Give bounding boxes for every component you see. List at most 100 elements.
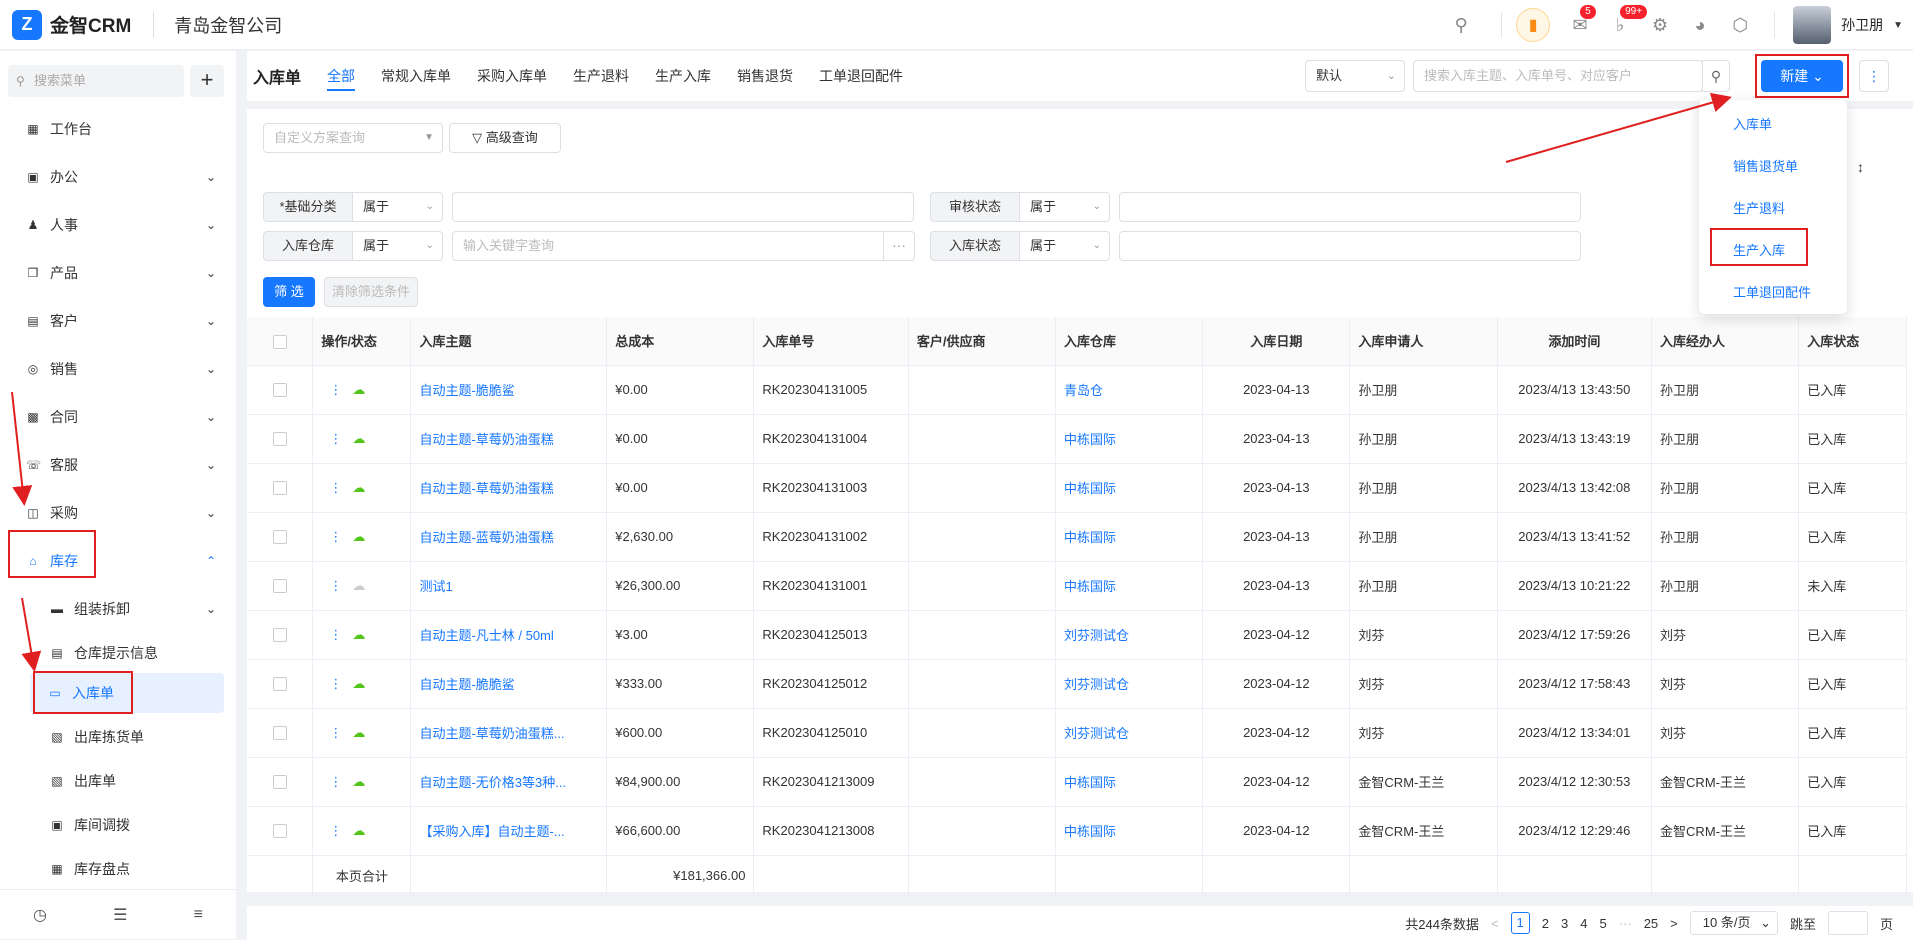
filter-op-inbound-status[interactable]: 属于 ⌄ [1020,231,1110,261]
table-row[interactable]: ⋮ ☁ 自动主题-草莓奶油蛋糕... ¥600.00 RK202304125010 刘芬测… [247,708,1907,758]
cube-icon[interactable]: ⬡ [1728,13,1752,37]
row-actions[interactable]: ⋮ ☁ [312,512,412,562]
page-size-select[interactable]: 10 条/页 ⌄ [1689,911,1778,935]
sidebar-item-hr[interactable]: ♟ 人事 ⌄ [0,205,236,245]
select-all-checkbox[interactable] [247,317,314,366]
sidebar-item-contract[interactable]: ▩ 合同 ⌄ [0,397,236,437]
page-number[interactable]: 4 [1580,916,1587,931]
filter-input-category[interactable] [452,192,914,222]
sidebar-subitem-assembly[interactable]: ▬ 组装拆卸 ⌄ [0,589,236,629]
bell-icon[interactable]: ♭ 99+ [1608,5,1648,37]
menu-search-input[interactable]: ⚲ 搜索菜单 [8,65,184,97]
page-number[interactable]: 25 [1644,916,1658,931]
sidebar-subitem-outbound[interactable]: ▧ 出库单 [0,761,236,801]
cell-subject[interactable]: 自动主题-草莓奶油蛋糕 [410,414,608,464]
mail-icon[interactable]: ✉ 5 [1568,5,1596,37]
search-icon[interactable]: ⚲ [1702,60,1730,92]
menu-item-workorder-parts-return[interactable]: 工单退回配件 [1699,272,1847,314]
row-actions[interactable]: ⋮ ☁ [312,610,412,660]
cell-subject[interactable]: 自动主题-无价格3等3种... [410,757,608,807]
column-header[interactable]: 总成本 [606,317,755,366]
pie-chart-icon[interactable]: ◕ [1688,13,1712,37]
jump-page-input[interactable] [1827,911,1868,935]
tab-all[interactable]: 全部 [327,51,356,101]
column-header[interactable]: 入库主题 [410,317,608,366]
table-row[interactable]: ⋮ ☁ 自动主题-凡士林 / 50ml ¥3.00 RK202304125013 刘芬测试… [247,610,1907,660]
cell-warehouse[interactable]: 刘芬测试仓 [1055,659,1204,709]
more-actions-icon[interactable]: ⋮ [329,774,342,789]
page-number[interactable]: 3 [1561,916,1568,931]
tab-regular-inbound[interactable]: 常规入库单 [381,51,451,101]
search-icon[interactable]: ⚲ [1449,13,1473,37]
cell-warehouse[interactable]: 中栋国际 [1055,806,1204,856]
column-header[interactable]: 入库单号 [753,317,909,366]
sort-toggle-icon[interactable]: ↕ [1857,159,1864,175]
history-icon[interactable]: ◷ [33,905,47,925]
row-checkbox[interactable] [247,414,314,464]
sidebar-subitem-transfer[interactable]: ▣ 库间调拨 [0,805,236,845]
row-actions[interactable]: ⋮ ☁ [312,659,412,709]
row-checkbox[interactable] [247,610,314,660]
more-actions-icon[interactable]: ⋮ [329,431,342,446]
column-header[interactable]: 入库经办人 [1651,317,1800,366]
table-row[interactable]: ⋮ ☁ 自动主题-草莓奶油蛋糕 ¥0.00 RK202304131004 中栋国际 2023… [247,414,1907,464]
cell-subject[interactable]: 测试1 [410,561,608,611]
table-row[interactable]: ⋮ ☁ 自动主题-草莓奶油蛋糕 ¥0.00 RK202304131003 中栋国际 2023… [247,463,1907,513]
column-header[interactable]: 添加时间 [1497,317,1653,366]
scheme-select[interactable]: 自定义方案查询 ▼ [263,123,443,153]
cell-subject[interactable]: 自动主题-脆脆鲨 [410,365,608,415]
table-row[interactable]: ⋮ ☁ 测试1 ¥26,300.00 RK202304131001 中栋国际 2023-04… [247,561,1907,611]
row-checkbox[interactable] [247,708,314,758]
sidebar-item-office[interactable]: ▣ 办公 ⌄ [0,157,236,197]
cell-warehouse[interactable]: 青岛仓 [1055,365,1204,415]
menu-item-inbound[interactable]: 入库单 [1699,104,1847,146]
filter-input-audit-status[interactable] [1119,192,1581,222]
tab-production-inbound[interactable]: 生产入库 [655,51,711,101]
user-name[interactable]: 孙卫朋 [1841,15,1883,35]
table-row[interactable]: ⋮ ☁ 自动主题-无价格3等3种... ¥84,900.00 RK20230412130… [247,757,1907,807]
ellipsis-icon[interactable]: ··· [883,231,915,261]
tab-production-return[interactable]: 生产退料 [573,51,629,101]
row-actions[interactable]: ⋮ ☁ [312,365,412,415]
cell-subject[interactable]: 自动主题-凡士林 / 50ml [410,610,608,660]
filter-op-category[interactable]: 属于 ⌄ [353,192,443,222]
page-number[interactable]: 2 [1542,916,1549,931]
column-header[interactable]: 入库日期 [1202,317,1351,366]
more-actions-icon[interactable]: ⋮ [329,529,342,544]
view-select[interactable]: 默认 ⌄ [1305,60,1405,92]
column-header[interactable]: 客户/供应商 [908,317,1057,366]
filter-button[interactable]: 筛 选 [263,277,315,307]
cell-warehouse[interactable]: 刘芬测试仓 [1055,708,1204,758]
app-logo[interactable]: Z 金智CRM [12,9,131,40]
tab-sales-return[interactable]: 销售退货 [737,51,793,101]
cell-subject[interactable]: 自动主题-草莓奶油蛋糕... [410,708,608,758]
cell-warehouse[interactable]: 刘芬测试仓 [1055,610,1204,660]
cell-subject[interactable]: 自动主题-蓝莓奶油蛋糕 [410,512,608,562]
sidebar-item-workbench[interactable]: ▦ 工作台 [0,109,236,149]
sidebar-item-sales[interactable]: ◎ 销售 ⌄ [0,349,236,389]
row-actions[interactable]: ⋮ ☁ [312,561,412,611]
cell-subject[interactable]: 自动主题-脆脆鲨 [410,659,608,709]
sidebar-item-product[interactable]: ❒ 产品 ⌄ [0,253,236,293]
row-checkbox[interactable] [247,561,314,611]
row-actions[interactable]: ⋮ ☁ [312,708,412,758]
more-actions-icon[interactable]: ⋮ [329,627,342,642]
row-checkbox[interactable] [247,512,314,562]
chevron-down-icon[interactable]: ▼ [1893,20,1903,31]
new-button[interactable]: 新建 ⌄ [1761,60,1843,92]
row-checkbox[interactable] [247,463,314,513]
sidebar-item-service[interactable]: ☏ 客服 ⌄ [0,445,236,485]
page-number[interactable]: 1 [1510,912,1530,934]
search-input[interactable]: 搜索入库主题、入库单号、对应客户 [1413,60,1703,92]
page-number[interactable]: 5 [1599,916,1606,931]
column-header[interactable]: 入库仓库 [1055,317,1204,366]
more-actions-icon[interactable]: ⋮ [329,480,342,495]
row-checkbox[interactable] [247,659,314,709]
column-header[interactable]: 入库申请人 [1349,317,1498,366]
sidebar-subitem-stocktake[interactable]: ▦ 库存盘点 [0,849,236,889]
tab-workorder-parts-return[interactable]: 工单退回配件 [819,51,903,101]
sidebar-item-purchase[interactable]: ◫ 采购 ⌄ [0,493,236,533]
menu-item-production-return[interactable]: 生产退料 [1699,188,1847,230]
cell-warehouse[interactable]: 中栋国际 [1055,414,1204,464]
gear-icon[interactable]: ⚙ [1648,13,1672,37]
